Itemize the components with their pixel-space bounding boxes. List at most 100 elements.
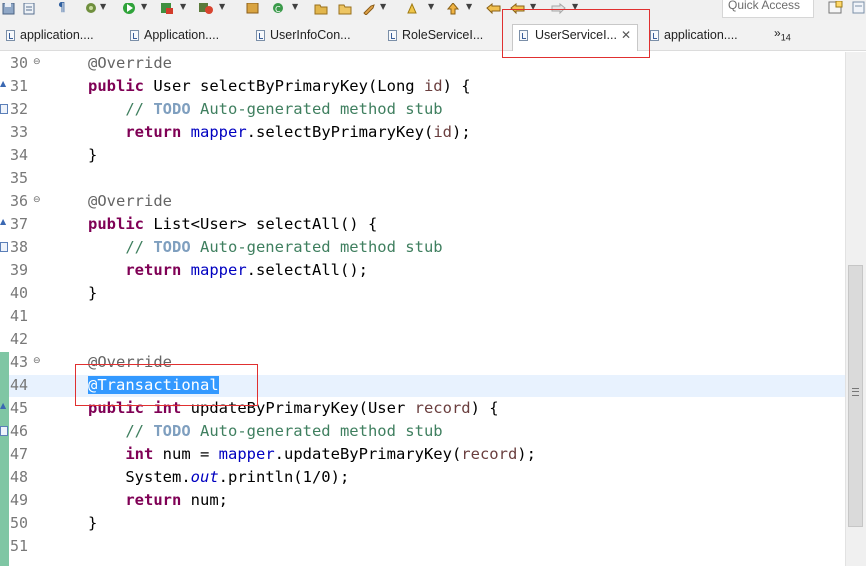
coverage-icon[interactable] — [160, 0, 174, 14]
line-number: 41 — [10, 307, 29, 325]
quick-access-label: Quick Access — [728, 0, 801, 12]
fold-collapse-icon[interactable]: ⊖ — [33, 195, 41, 205]
open-type-icon[interactable] — [314, 0, 328, 15]
task-marker-icon[interactable] — [0, 426, 8, 436]
external-tools-dropdown-icon[interactable]: ▼ — [219, 3, 225, 11]
annotation-nav-icon[interactable] — [406, 0, 420, 14]
tab-label: application.... — [664, 28, 738, 42]
new-dropdown-icon[interactable]: ▼ — [292, 3, 298, 11]
java-perspective-icon[interactable] — [852, 0, 866, 14]
override-marker-icon[interactable]: ▲ — [0, 401, 6, 411]
line-code: } — [88, 146, 98, 164]
search-icon[interactable] — [362, 0, 378, 16]
xml-file-icon — [6, 30, 15, 41]
new-package-icon[interactable] — [246, 0, 260, 14]
new-class-icon[interactable]: C — [272, 0, 286, 14]
debug-dropdown-icon[interactable]: ▼ — [100, 3, 106, 11]
line-code: public List<User> selectAll() { — [88, 215, 378, 233]
java-file-icon — [388, 30, 397, 41]
main-toolbar: ¶ ▼ ▼ ▼ ▼ C ▼ ▼ ▼ ▼ ▼ ▼ Quick Access — [0, 0, 866, 20]
line-number: 37 — [10, 215, 29, 233]
task-marker-icon[interactable] — [0, 242, 8, 252]
tab-label: application.... — [20, 28, 94, 42]
code-line: 35 — [0, 167, 845, 190]
code-line: 51 — [0, 535, 845, 558]
code-line: 42 — [0, 328, 845, 351]
code-line: 33 return mapper.selectByPrimaryKey(id); — [0, 121, 845, 144]
line-number: 39 — [10, 261, 29, 279]
next-annotation-dropdown-icon[interactable]: ▼ — [466, 3, 472, 11]
code-line: 49 return num; — [0, 489, 845, 512]
line-code: // TODO Auto-generated method stub — [125, 238, 443, 256]
line-code: return mapper.selectAll(); — [125, 261, 368, 279]
code-line: 30 ⊖ @Override — [0, 52, 845, 75]
annotation-nav-dropdown-icon[interactable]: ▼ — [428, 3, 434, 11]
code-line: 39 return mapper.selectAll(); — [0, 259, 845, 282]
line-code: return num; — [125, 491, 228, 509]
code-line: 32 // TODO Auto-generated method stub — [0, 98, 845, 121]
line-number: 31 — [10, 77, 29, 95]
line-number: 42 — [10, 330, 29, 348]
code-line: 36 ⊖ @Override — [0, 190, 845, 213]
tab-application-2[interactable]: Application.... — [130, 25, 240, 49]
code-line: ▲ 37 public List<User> selectAll() { — [0, 213, 845, 236]
line-number: 35 — [10, 169, 29, 187]
line-number: 47 — [10, 445, 29, 463]
code-line: 47 int num = mapper.updateByPrimaryKey(r… — [0, 443, 845, 466]
task-marker-icon[interactable] — [0, 104, 8, 114]
line-number: 33 — [10, 123, 29, 141]
run-icon[interactable] — [122, 0, 136, 14]
print-icon[interactable] — [22, 0, 36, 15]
code-line: ▲ 31 public User selectByPrimaryKey(Long… — [0, 75, 845, 98]
tab-label: UserInfoCon... — [270, 28, 351, 42]
code-line: 46 // TODO Auto-generated method stub — [0, 420, 845, 443]
code-line: 48 System.out.println(1/0); — [0, 466, 845, 489]
save-icon[interactable] — [2, 0, 16, 15]
code-line: 34 } — [0, 144, 845, 167]
open-perspective-icon[interactable] — [828, 0, 844, 14]
run-dropdown-icon[interactable]: ▼ — [141, 3, 147, 11]
fold-collapse-icon[interactable]: ⊖ — [33, 356, 41, 366]
code-line: 40 } — [0, 282, 845, 305]
hidden-tab-count: 14 — [780, 32, 791, 43]
tab-roleserviceimpl[interactable]: RoleServiceI... — [388, 25, 498, 49]
code-line: 38 // TODO Auto-generated method stub — [0, 236, 845, 259]
tab-application-3[interactable]: application.... — [650, 25, 760, 49]
highlight-box-active-tab — [502, 9, 650, 58]
code-line: 41 — [0, 305, 845, 328]
back-icon[interactable] — [486, 0, 502, 15]
show-whitespace-icon[interactable]: ¶ — [58, 0, 66, 14]
search-dropdown-icon[interactable]: ▼ — [380, 3, 386, 11]
line-number: 45 — [10, 399, 29, 417]
line-code: } — [88, 514, 98, 532]
open-resource-icon[interactable] — [338, 0, 352, 15]
line-code: @Override — [88, 54, 172, 72]
scrollbar-thumb[interactable] — [848, 265, 863, 527]
tab-userinfocontroller[interactable]: UserInfoCon... — [256, 25, 366, 49]
line-number: 51 — [10, 537, 29, 555]
quick-access-field[interactable]: Quick Access — [722, 0, 814, 18]
vertical-scrollbar[interactable] — [845, 52, 866, 566]
tab-label: RoleServiceI... — [402, 28, 484, 42]
tab-application-1[interactable]: application.... — [6, 25, 116, 49]
tab-overflow-button[interactable]: »14 — [774, 26, 791, 42]
line-code: // TODO Auto-generated method stub — [125, 422, 443, 440]
line-number: 48 — [10, 468, 29, 486]
override-marker-icon[interactable]: ▲ — [0, 217, 6, 227]
java-file-icon — [256, 30, 265, 41]
editor-tab-bar: application.... Application.... UserInfo… — [0, 20, 866, 51]
coverage-dropdown-icon[interactable]: ▼ — [180, 3, 186, 11]
line-number: 46 — [10, 422, 29, 440]
line-code: } — [88, 284, 98, 302]
line-number: 40 — [10, 284, 29, 302]
fold-collapse-icon[interactable]: ⊖ — [33, 57, 41, 67]
line-number: 38 — [10, 238, 29, 256]
debug-icon[interactable] — [84, 0, 98, 14]
line-code: System.out.println(1/0); — [88, 468, 350, 486]
override-marker-icon[interactable]: ▲ — [0, 79, 6, 89]
tab-label: Application.... — [144, 28, 220, 42]
external-tools-icon[interactable] — [198, 0, 214, 14]
line-number: 50 — [10, 514, 29, 532]
line-code: return mapper.selectByPrimaryKey(id); — [125, 123, 471, 141]
next-annotation-icon[interactable] — [446, 0, 460, 15]
